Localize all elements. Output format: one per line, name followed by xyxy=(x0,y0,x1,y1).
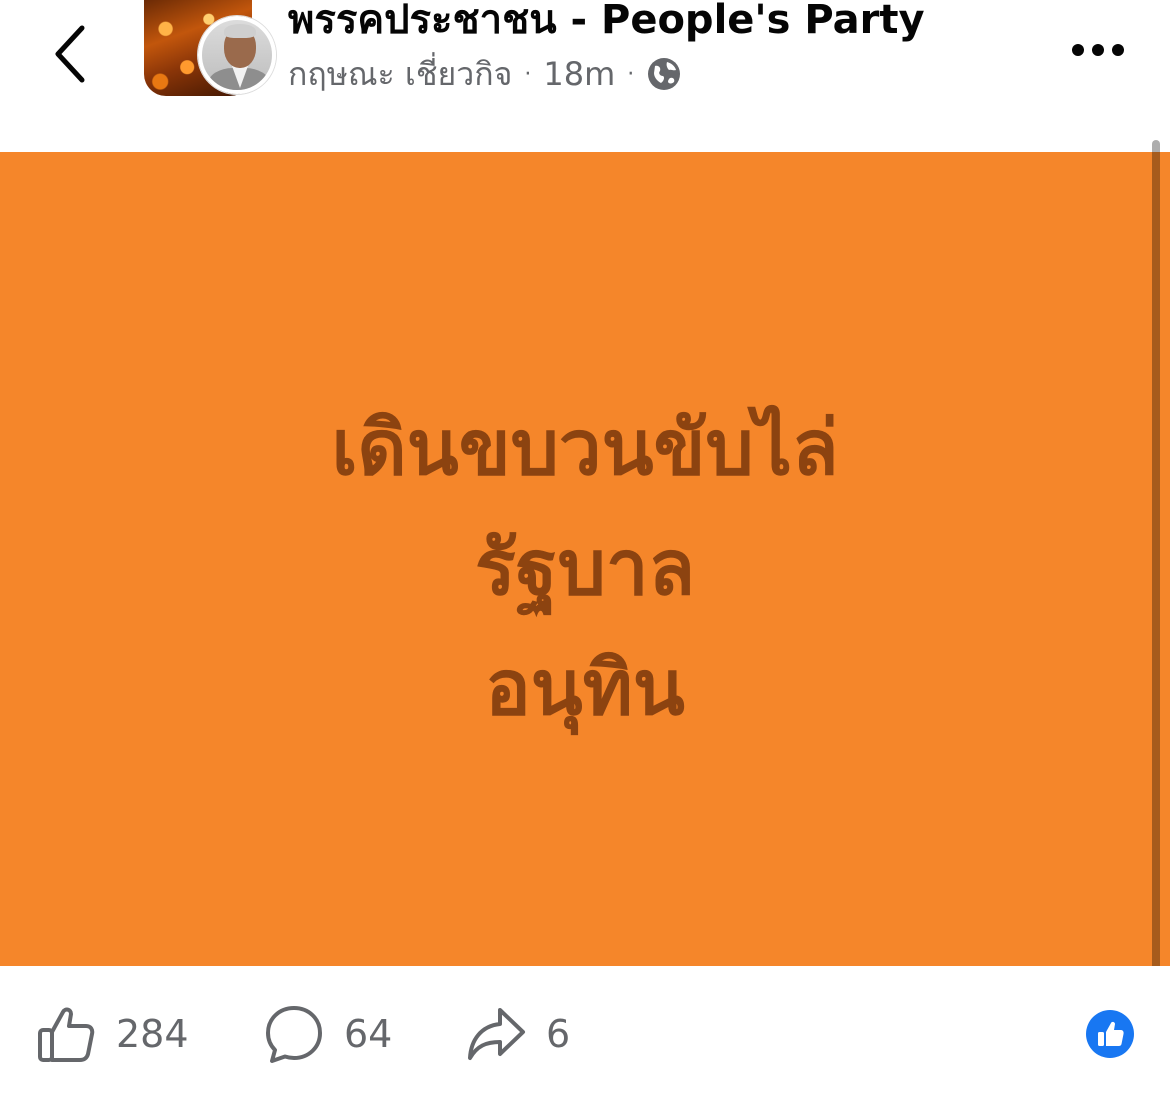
more-horizontal-icon xyxy=(1072,44,1084,56)
more-horizontal-icon xyxy=(1092,44,1104,56)
post-meta: กฤษณะ เชี่ยวกิจ · 18m · xyxy=(288,52,682,96)
post-text-line: เดินขบวนขับไล่ xyxy=(331,403,839,492)
comment-button[interactable]: 64 xyxy=(264,1004,392,1064)
post-header: พรรคประชาชน - People's Party กฤษณะ เชี่ย… xyxy=(0,0,1170,152)
share-button[interactable]: 6 xyxy=(466,1004,570,1064)
comment-bubble-icon xyxy=(266,1006,322,1063)
more-horizontal-icon xyxy=(1112,44,1124,56)
post-actions-bar: 284 64 6 xyxy=(0,966,1170,1108)
back-button[interactable] xyxy=(40,14,100,94)
post-text-line: รัฐบาล xyxy=(474,523,696,612)
scrollbar[interactable] xyxy=(1152,140,1160,1090)
author-avatar[interactable] xyxy=(198,16,276,94)
meta-separator: · xyxy=(627,61,635,87)
thumbs-up-icon xyxy=(38,1007,95,1062)
page-name[interactable]: พรรคประชาชน - People's Party xyxy=(288,0,925,44)
globe-icon xyxy=(646,56,682,92)
like-reaction-icon[interactable] xyxy=(1086,1010,1134,1058)
share-count: 6 xyxy=(546,1012,571,1056)
more-options-button[interactable] xyxy=(1060,26,1136,74)
share-arrow-icon xyxy=(468,1008,525,1060)
author-name[interactable]: กฤษณะ เชี่ยวกิจ xyxy=(288,49,512,100)
like-count: 284 xyxy=(116,1012,189,1056)
chevron-left-icon xyxy=(55,25,85,83)
post-text: เดินขบวนขับไล่ รัฐบาล อนุทิน xyxy=(331,388,838,748)
post-timestamp[interactable]: 18m xyxy=(543,55,615,93)
comment-count: 64 xyxy=(344,1012,393,1056)
post-text-card[interactable]: เดินขบวนขับไล่ รัฐบาล อนุทิน xyxy=(0,152,1170,966)
post-text-line: อนุทิน xyxy=(485,643,685,732)
like-button[interactable]: 284 xyxy=(36,1004,189,1064)
meta-separator: · xyxy=(524,61,532,87)
